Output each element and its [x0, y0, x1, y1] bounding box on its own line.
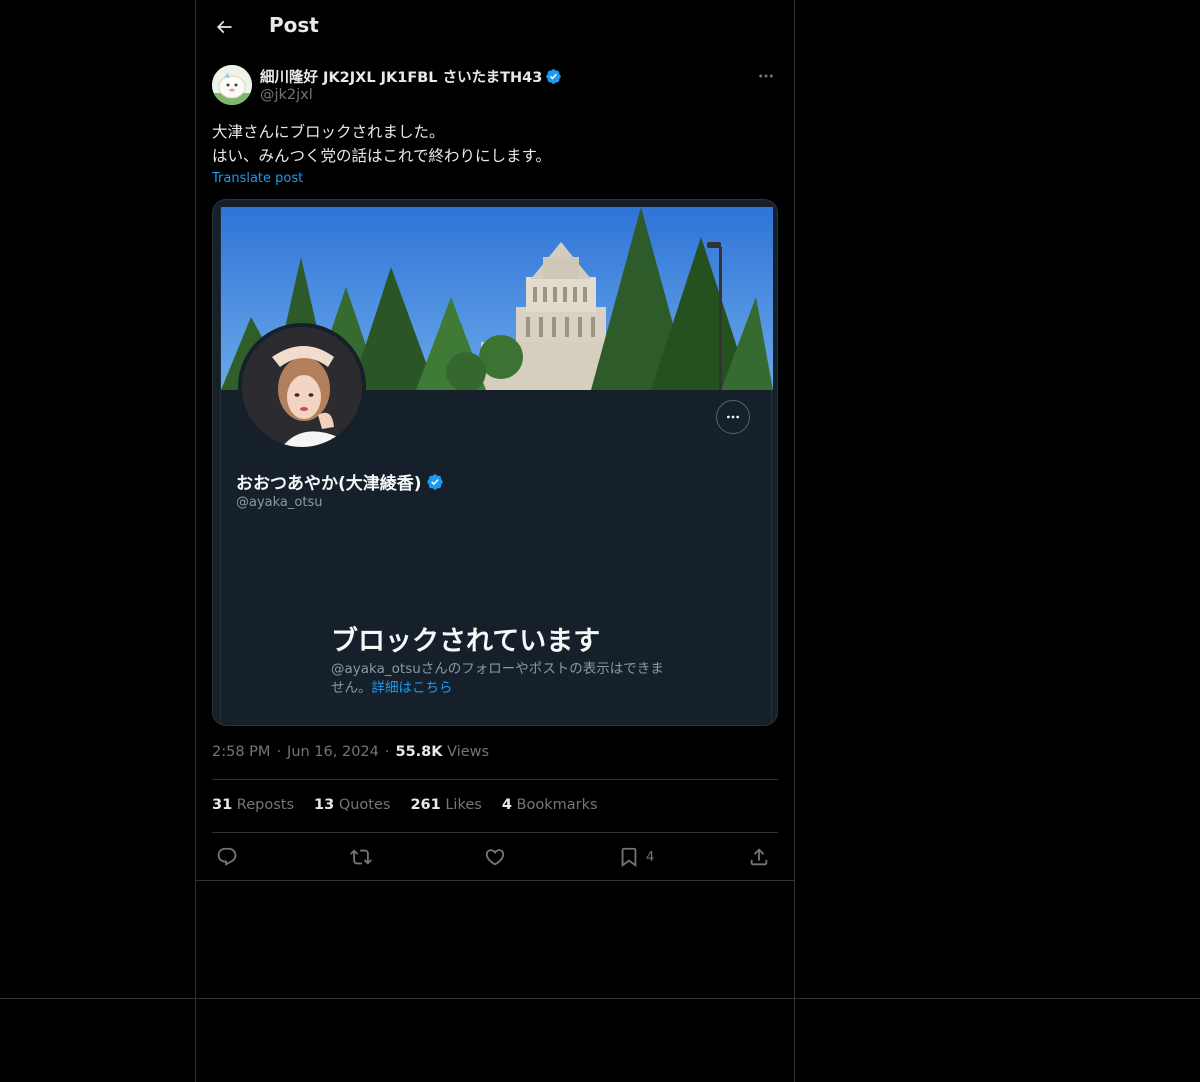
like-button[interactable]: [484, 843, 506, 871]
profile-name: おおつあやか(大津綾香): [236, 469, 444, 494]
bookmark-icon: [621, 847, 637, 868]
blocked-title: ブロックされています: [331, 626, 601, 657]
post-text-line: はい、みんつく党の話はこれで終わりにします。: [212, 147, 551, 165]
divider: [212, 779, 778, 780]
views-count: 55.8K: [395, 744, 443, 760]
more-icon: [727, 415, 739, 419]
profile-photo: [238, 323, 366, 451]
post-text: 大津さんにブロックされました。 はい、みんつく党の話はこれで終わりにします。: [212, 120, 778, 168]
quotes-count: 13: [314, 797, 335, 813]
post-author: 細川隆好 JK2JXL JK1FBL さいたまTH43 @jk2jxl: [212, 64, 778, 108]
reposts-label: Reposts: [236, 797, 295, 813]
repost-icon: [350, 849, 372, 865]
author-name-text: 細川隆好 JK2JXL JK1FBL さいたまTH43: [260, 70, 543, 86]
share-icon: [750, 848, 768, 866]
blocked-description: @ayaka_otsuさんのフォローやポストの表示はできません。詳細はこちら: [331, 660, 671, 698]
avatar[interactable]: [212, 65, 252, 105]
reposts-stat[interactable]: 31 Reposts: [212, 797, 294, 813]
likes-label: Likes: [445, 797, 482, 813]
profile-more-button: [716, 400, 750, 434]
bookmarks-stat[interactable]: 4 Bookmarks: [502, 797, 598, 813]
separator-dot: ·: [384, 744, 390, 760]
profile-handle: @ayaka_otsu: [236, 495, 323, 510]
page-title: Post: [269, 13, 319, 37]
quotes-label: Quotes: [338, 797, 391, 813]
post-text-line: 大津さんにブロックされました。: [212, 123, 445, 141]
profile-name-text: おおつあやか(大津綾香): [236, 474, 422, 494]
post-meta: 2:58 PM · Jun 16, 2024 · 55.8K Views: [212, 744, 489, 760]
main-column: Post 細川隆好 JK2JXL JK1FBL さいたまTH43 @jk2jxl…: [195, 0, 795, 1082]
likes-count: 261: [410, 797, 441, 813]
reply-button[interactable]: [216, 843, 238, 871]
attached-image[interactable]: おおつあやか(大津綾香) @ayaka_otsu ブロックされています @aya…: [212, 199, 778, 726]
bookmark-count: 4: [646, 849, 655, 865]
bookmark-button[interactable]: 4: [618, 843, 654, 871]
post-stats: 31 Reposts 13 Quotes 261 Likes 4 Bookmar…: [212, 797, 598, 813]
verified-badge-icon: [426, 473, 443, 490]
divider: [212, 832, 778, 833]
repost-button[interactable]: [350, 843, 372, 871]
reposts-count: 31: [212, 797, 233, 813]
post-bottom-border: [196, 880, 794, 881]
top-bar: Post: [196, 0, 794, 53]
post-time[interactable]: 2:58 PM: [212, 744, 270, 760]
more-icon: [759, 74, 773, 78]
action-bar: 4: [212, 843, 778, 871]
post-date[interactable]: Jun 16, 2024: [287, 744, 379, 760]
profile-screenshot: おおつあやか(大津綾香) @ayaka_otsu ブロックされています @aya…: [220, 207, 773, 725]
page-divider-line: [0, 998, 1200, 999]
quotes-stat[interactable]: 13 Quotes: [314, 797, 390, 813]
verified-badge-icon: [546, 69, 562, 84]
author-handle[interactable]: @jk2jxl: [260, 87, 313, 103]
more-button[interactable]: [754, 64, 778, 88]
views-label: Views: [447, 744, 490, 760]
back-button[interactable]: [210, 13, 238, 41]
bookmarks-label: Bookmarks: [516, 797, 598, 813]
share-button[interactable]: [748, 843, 770, 871]
views: 55.8K Views: [396, 744, 490, 760]
translate-post-link[interactable]: Translate post: [212, 171, 303, 186]
blocked-learn-more-link: 詳細はこちら: [371, 680, 453, 696]
back-arrow-icon: [216, 20, 232, 34]
reply-icon: [217, 847, 237, 866]
author-name[interactable]: 細川隆好 JK2JXL JK1FBL さいたまTH43: [260, 66, 562, 87]
bookmarks-count: 4: [501, 797, 512, 813]
likes-stat[interactable]: 261 Likes: [410, 797, 481, 813]
separator-dot: ·: [276, 744, 282, 760]
like-icon: [485, 849, 505, 866]
